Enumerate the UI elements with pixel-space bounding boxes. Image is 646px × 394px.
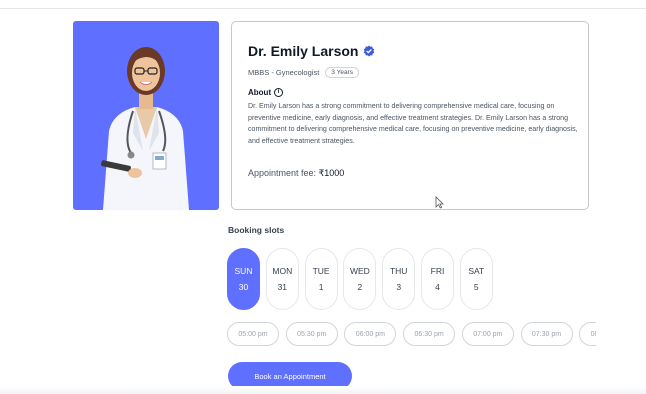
day-date: 4: [435, 282, 440, 292]
doctor-info-card: Dr. Emily Larson MBBS - Gynecologist 3 Y…: [231, 21, 589, 210]
booking-slots-title: Booking slots: [228, 225, 285, 235]
day-slot-sun[interactable]: SUN 30: [227, 248, 260, 310]
doctor-meta: MBBS - Gynecologist 3 Years: [248, 67, 359, 78]
verified-badge-icon: [364, 45, 375, 57]
experience-badge: 3 Years: [325, 67, 359, 78]
about-text: Dr. Emily Larson has a strong commitment…: [248, 102, 578, 146]
bottom-edge: [0, 386, 646, 394]
day-slot-sat[interactable]: SAT 5: [459, 248, 493, 310]
day-name: SAT: [468, 266, 485, 276]
day-date: 1: [318, 282, 324, 292]
day-date: 5: [473, 282, 479, 292]
day-name: TUE: [312, 266, 330, 276]
doctor-qualification: MBBS - Gynecologist: [248, 68, 320, 77]
day-name: SUN: [234, 266, 253, 276]
day-date: 3: [396, 282, 402, 292]
doctor-photo: [73, 21, 219, 210]
day-name: FRI: [430, 266, 445, 276]
time-slot[interactable]: 05:30 pm: [285, 322, 338, 346]
time-slot[interactable]: 06:00 pm: [344, 322, 397, 346]
top-divider: [0, 8, 646, 9]
day-date: 30: [238, 282, 249, 292]
day-date: 31: [277, 282, 288, 292]
time-slot[interactable]: 07:00 pm: [461, 322, 514, 346]
time-slot[interactable]: 06:30 pm: [403, 322, 456, 346]
day-date: 2: [357, 282, 363, 292]
day-slot-tue[interactable]: TUE 1: [304, 248, 338, 310]
about-label: About: [248, 88, 272, 97]
day-slot-wed[interactable]: WED 2: [343, 248, 377, 310]
about-heading: About i: [248, 88, 284, 97]
day-slot-fri[interactable]: FRI 4: [421, 248, 454, 310]
day-name: WED: [349, 266, 370, 276]
time-slot-strip[interactable]: 05:00 pm 05:30 pm 06:00 pm 06:30 pm 07:00 pm…: [226, 318, 596, 350]
mouse-cursor-icon: [435, 196, 444, 209]
day-slot-mon[interactable]: MON 31: [265, 248, 299, 310]
doctor-name: Dr. Emily Larson: [248, 43, 359, 59]
doctor-name-row: Dr. Emily Larson: [248, 43, 375, 59]
fee-value: ₹1000: [318, 168, 345, 178]
day-name: MON: [272, 266, 293, 276]
day-name: THU: [389, 266, 408, 276]
time-slot[interactable]: 05:00 pm: [227, 322, 279, 346]
time-slot[interactable]: 07:30 pm: [520, 322, 573, 346]
info-icon: i: [274, 88, 284, 97]
day-slot-thu[interactable]: THU 3: [382, 248, 416, 310]
fee-label: Appointment fee:: [248, 168, 317, 178]
appointment-fee: Appointment fee: ₹1000: [248, 168, 344, 179]
time-slot[interactable]: 08:00 pm: [579, 322, 596, 346]
